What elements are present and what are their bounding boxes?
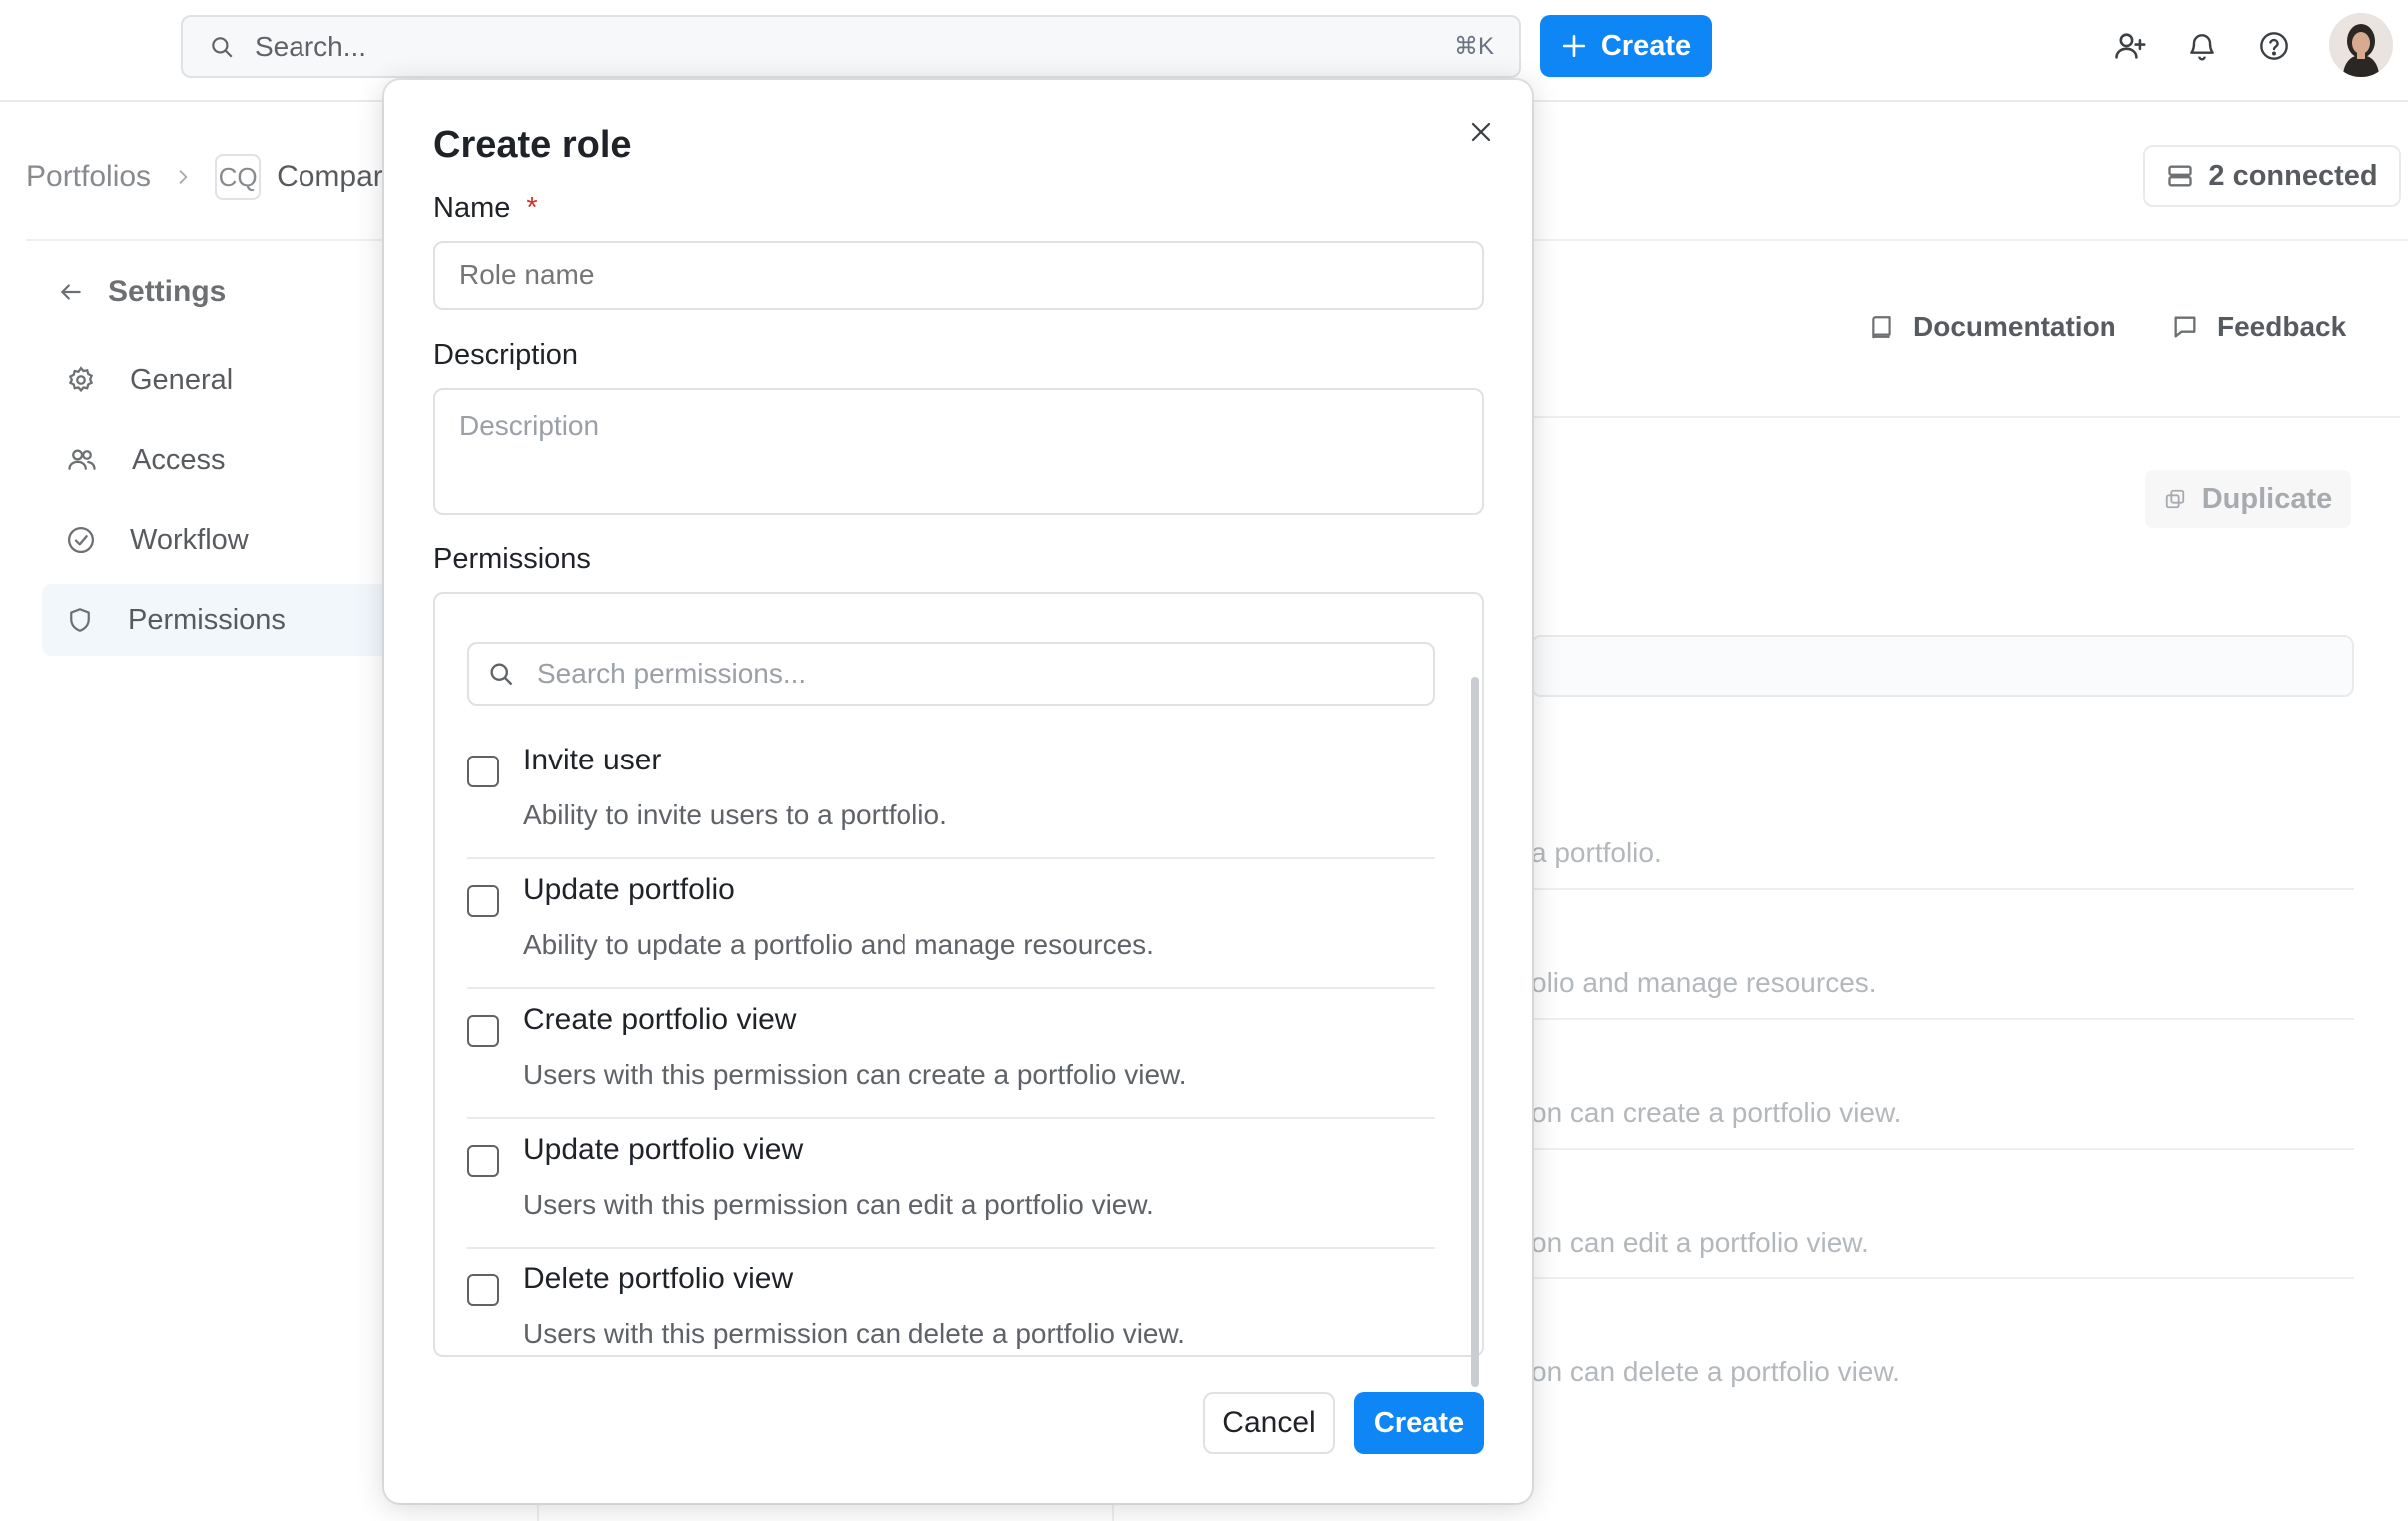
bell-icon[interactable] — [2182, 26, 2222, 66]
description-label: Description — [433, 339, 579, 371]
help-icon[interactable] — [2254, 26, 2294, 66]
permission-description: Users with this permission can edit a po… — [523, 1189, 1154, 1220]
dialog-title: Create role — [433, 124, 632, 166]
permission-description: Ability to invite users to a portfolio. — [523, 799, 947, 830]
permission-item: Invite user Ability to invite users to a… — [467, 744, 1435, 873]
plus-icon — [1561, 33, 1587, 59]
permission-description: Users with this permission can create a … — [523, 1059, 1187, 1090]
search-icon — [487, 660, 515, 688]
global-search[interactable]: Search... ⌘K — [181, 15, 1521, 78]
description-textarea[interactable]: Description — [433, 388, 1484, 515]
permissions-search-input[interactable]: Search permissions... — [467, 642, 1435, 706]
required-marker: * — [526, 192, 538, 224]
cancel-button[interactable]: Cancel — [1203, 1392, 1335, 1454]
top-create-label: Create — [1600, 29, 1692, 62]
permission-title: Update portfolio view — [523, 1133, 804, 1166]
permission-item: Delete portfolio view Users with this pe… — [467, 1263, 1435, 1355]
permissions-search-placeholder: Search permissions... — [537, 658, 807, 689]
permission-title: Delete portfolio view — [523, 1263, 794, 1295]
permission-item: Create portfolio view Users with this pe… — [467, 1003, 1435, 1133]
permission-description: Ability to update a portfolio and manage… — [523, 929, 1154, 960]
permission-checkbox[interactable] — [467, 1015, 499, 1047]
divider — [467, 987, 1435, 989]
permission-checkbox[interactable] — [467, 885, 499, 917]
search-placeholder: Search... — [255, 30, 367, 62]
permission-item: Update portfolio view Users with this pe… — [467, 1133, 1435, 1263]
permission-item: Update portfolio Ability to update a por… — [467, 873, 1435, 1003]
divider — [467, 1117, 1435, 1119]
permission-checkbox[interactable] — [467, 1274, 499, 1306]
top-create-button[interactable]: Create — [1540, 15, 1712, 77]
permissions-label: Permissions — [433, 543, 591, 575]
permission-title: Update portfolio — [523, 873, 735, 906]
create-role-dialog: Create role Name * Description Descriptio… — [384, 80, 1532, 1503]
name-label-text: Name — [433, 192, 511, 224]
close-icon[interactable] — [1459, 110, 1503, 154]
divider — [467, 857, 1435, 859]
permission-description: Users with this permission can delete a … — [523, 1318, 1185, 1349]
permission-checkbox[interactable] — [467, 756, 499, 787]
permissions-scrollbar[interactable] — [1471, 677, 1479, 1387]
divider — [467, 1247, 1435, 1249]
role-name-input[interactable] — [433, 241, 1484, 310]
permissions-list: Search permissions... Invite user Abilit… — [433, 592, 1484, 1357]
search-icon — [209, 34, 235, 60]
description-placeholder: Description — [459, 410, 600, 441]
add-user-icon[interactable] — [2110, 26, 2150, 66]
permission-checkbox[interactable] — [467, 1145, 499, 1177]
user-avatar[interactable] — [2329, 13, 2393, 77]
search-shortcut: ⌘K — [1453, 33, 1494, 60]
create-button[interactable]: Create — [1354, 1392, 1484, 1454]
name-label: Name * — [433, 192, 538, 225]
permission-title: Create portfolio view — [523, 1003, 797, 1036]
permission-title: Invite user — [523, 744, 662, 776]
